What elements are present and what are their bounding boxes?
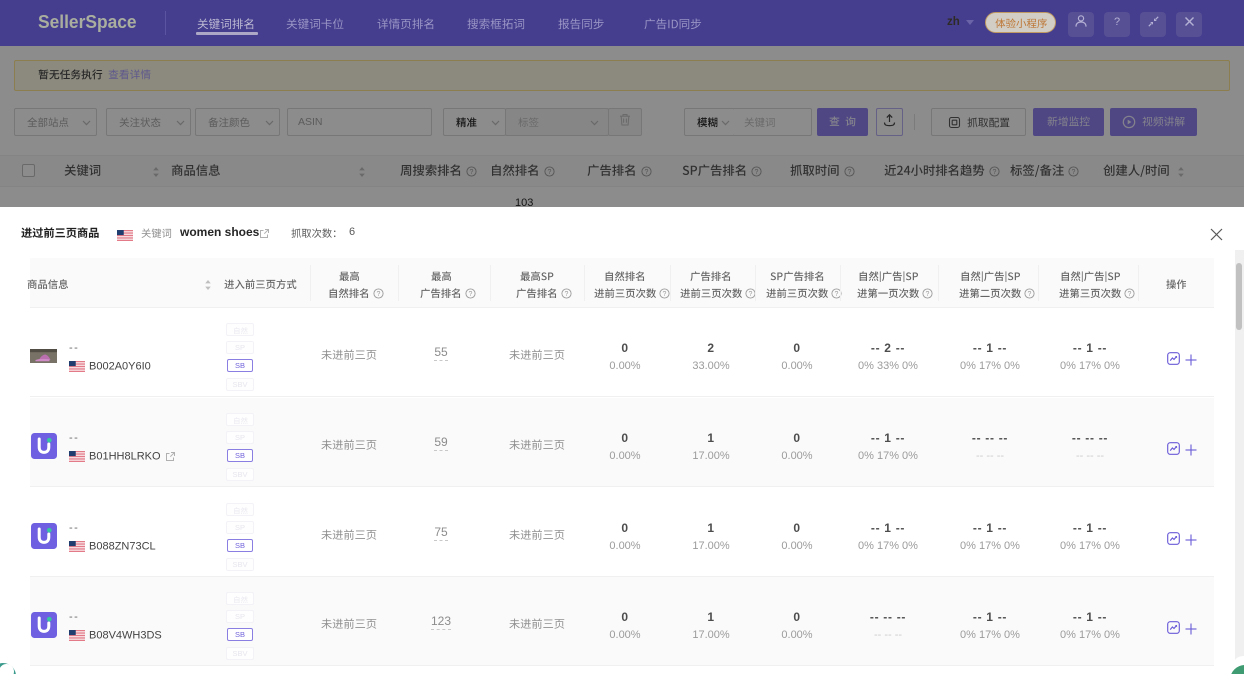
svg-text:?: ? (1114, 16, 1120, 28)
svg-text:?: ? (376, 291, 380, 298)
svg-text:?: ? (663, 291, 667, 298)
svg-text:?: ? (564, 291, 568, 298)
svg-text:?: ? (468, 291, 472, 298)
svg-text:?: ? (926, 291, 930, 298)
svg-text:?: ? (1028, 291, 1032, 298)
svg-text:?: ? (1128, 291, 1132, 298)
svg-text:?: ? (835, 291, 839, 298)
svg-text:?: ? (749, 291, 753, 298)
